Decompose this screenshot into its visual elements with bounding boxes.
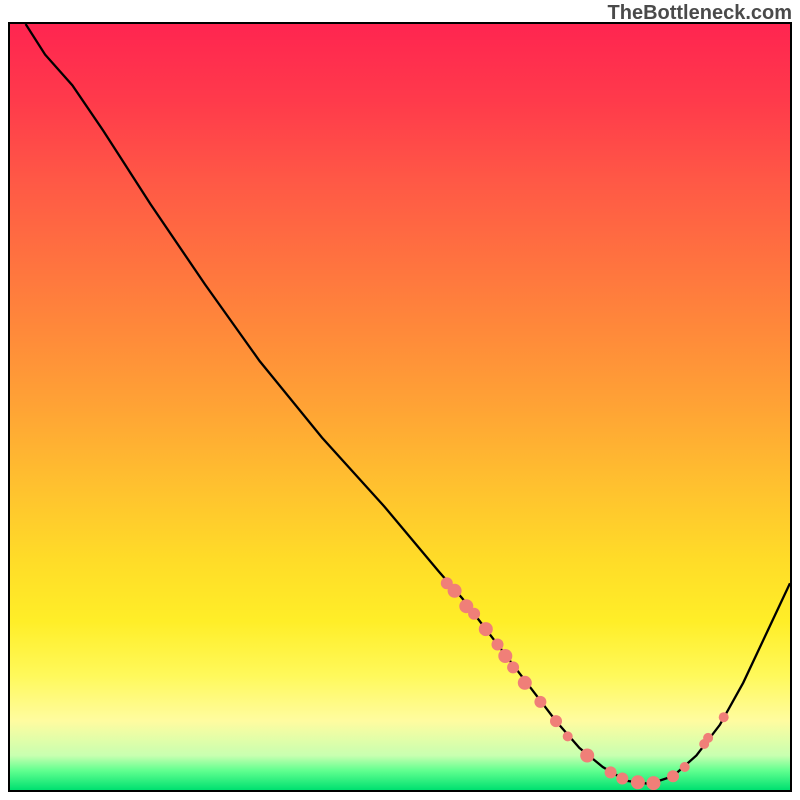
data-point [605, 766, 617, 778]
bottleneck-curve [26, 24, 790, 784]
chart-svg [10, 24, 790, 790]
data-point [719, 712, 729, 722]
data-point [563, 731, 573, 741]
data-point [680, 762, 690, 772]
data-point [647, 776, 661, 790]
chart-container: TheBottleneck.com [0, 0, 800, 800]
data-point [550, 715, 562, 727]
data-point [534, 696, 546, 708]
data-point [498, 649, 512, 663]
data-point [616, 773, 628, 785]
data-point [448, 584, 462, 598]
data-point [468, 608, 480, 620]
data-point [479, 622, 493, 636]
data-point [667, 770, 679, 782]
data-point [518, 676, 532, 690]
data-point [507, 661, 519, 673]
data-point [492, 639, 504, 651]
watermark-text: TheBottleneck.com [608, 2, 792, 25]
data-point [703, 733, 713, 743]
data-point [580, 749, 594, 763]
plot-area [8, 22, 792, 792]
data-point [631, 775, 645, 789]
